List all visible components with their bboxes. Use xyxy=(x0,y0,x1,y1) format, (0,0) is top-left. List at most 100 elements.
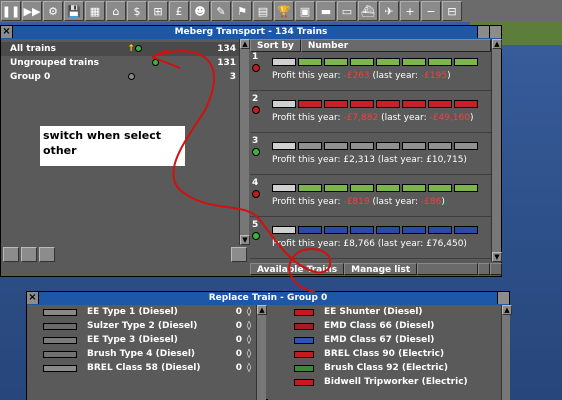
train-car xyxy=(272,184,296,192)
finances-icon[interactable]: £ xyxy=(169,1,189,21)
group-scrollbar[interactable]: ▲ ▼ xyxy=(239,39,250,245)
group-row[interactable]: Group 0 3 xyxy=(1,70,239,84)
industries-icon[interactable]: ▣ xyxy=(295,1,315,21)
train-row[interactable]: 2 Profit this year: -£7,882 (last year: -… xyxy=(250,94,491,133)
replace-window-titlebar[interactable]: × Replace Train - Group 0 xyxy=(27,292,509,305)
available-trains-button[interactable]: Available Trains xyxy=(250,263,345,275)
last-year-suffix: ) xyxy=(447,71,451,81)
engine-count: 0 xyxy=(235,349,242,359)
train-car xyxy=(298,58,322,66)
flag-icon[interactable] xyxy=(478,263,490,275)
replace-right-item[interactable]: Brush Class 92 (Electric) xyxy=(268,361,501,375)
train-row[interactable]: 4 Profit this year: -£819 (last year: -£8… xyxy=(250,178,491,217)
settings-icon[interactable]: ⚙ xyxy=(43,1,63,21)
subsidies-icon[interactable]: $ xyxy=(127,1,147,21)
replace-right-item[interactable]: BREL Class 90 (Electric) xyxy=(268,347,501,361)
scroll-down-icon[interactable]: ▼ xyxy=(492,252,502,262)
pin-icon[interactable] xyxy=(497,292,509,304)
sort-bar: Sort by Number xyxy=(250,39,491,52)
replace-left-item[interactable]: EE Type 3 (Diesel) 0 ◊ xyxy=(27,333,256,347)
locomotive-icon xyxy=(294,378,314,386)
train-car xyxy=(376,142,400,150)
train-car xyxy=(272,58,296,66)
train-car xyxy=(454,58,478,66)
replace-left-item[interactable]: Sulzer Type 2 (Diesel) 0 ◊ xyxy=(27,319,256,333)
replace-right-item[interactable]: EMD Class 67 (Diesel) xyxy=(268,333,501,347)
replace-protection-icon[interactable] xyxy=(231,247,247,262)
engine-label: BREL Class 58 (Diesel) xyxy=(87,363,201,373)
trains-icon[interactable]: ▬ xyxy=(316,1,336,21)
train-number: 4 xyxy=(252,178,259,188)
replace-left-item[interactable]: Brush Type 4 (Diesel) 0 ◊ xyxy=(27,347,256,361)
train-status-icon xyxy=(252,106,260,114)
locomotive-icon xyxy=(43,322,77,330)
company-icon[interactable]: ☻ xyxy=(190,1,210,21)
locomotive-icon xyxy=(43,336,77,344)
scroll-up-icon[interactable]: ▲ xyxy=(257,305,267,315)
train-profit: Profit this year: £2,313 (last year: £10… xyxy=(272,155,467,165)
pause-icon[interactable]: ❚❚ xyxy=(1,1,21,21)
group-status-icon xyxy=(128,73,136,80)
group-row[interactable]: All trains ↑ 134 xyxy=(1,42,239,56)
save-icon[interactable]: 💾 xyxy=(64,1,84,21)
replace-left-item[interactable]: EE Type 1 (Diesel) 0 ◊ xyxy=(27,305,256,319)
engine-label: EE Type 1 (Diesel) xyxy=(87,307,178,317)
train-car xyxy=(428,142,452,150)
locomotive-icon xyxy=(43,350,77,358)
train-row[interactable]: 1 Profit this year: -£263 (last year: -£1… xyxy=(250,52,491,91)
ships-icon[interactable]: ⛴ xyxy=(358,1,378,21)
build-rail-icon[interactable]: ⊟ xyxy=(442,1,462,21)
main-toolbar: ❚❚ ▶▶ ⚙ 💾 ▦ ⌂ $ ⊞ £ ☻ ✎ ⚑ ▤ 🏆 ▣ ▬ ▭ ⛴ ✈ + − ⊟ xyxy=(0,0,562,22)
map-icon[interactable]: ▦ xyxy=(85,1,105,21)
engine-label: Brush Class 92 (Electric) xyxy=(324,363,448,373)
train-row[interactable]: 3 Profit this year: £2,313 (last year: £1… xyxy=(250,136,491,175)
zoom-in-icon[interactable]: + xyxy=(400,1,420,21)
locomotive-icon xyxy=(43,364,77,372)
road-vehicles-icon[interactable]: ▭ xyxy=(337,1,357,21)
train-number: 2 xyxy=(252,94,259,104)
train-car xyxy=(298,142,322,150)
graphs-icon[interactable]: ▤ xyxy=(253,1,273,21)
scroll-up-icon[interactable]: ▲ xyxy=(240,39,250,49)
story-icon[interactable]: ✎ xyxy=(211,1,231,21)
close-icon[interactable]: × xyxy=(1,26,13,38)
train-car xyxy=(298,184,322,192)
replace-left-scrollbar[interactable]: ▲ xyxy=(256,305,267,400)
rename-group-icon[interactable] xyxy=(39,247,55,262)
aircraft-icon[interactable]: ✈ xyxy=(379,1,399,21)
create-group-icon[interactable] xyxy=(3,247,19,262)
train-car xyxy=(454,142,478,150)
replace-right-item[interactable]: EE Shunter (Diesel) xyxy=(268,305,501,319)
zoom-out-icon[interactable]: − xyxy=(421,1,441,21)
scroll-up-icon[interactable]: ▲ xyxy=(492,39,502,49)
pin-icon[interactable] xyxy=(477,26,489,38)
train-car xyxy=(298,100,322,108)
replace-right-item[interactable]: EMD Class 66 (Diesel) xyxy=(268,319,501,333)
collapse-icon[interactable] xyxy=(489,26,501,38)
train-consist-icon xyxy=(272,58,482,66)
delete-group-icon[interactable] xyxy=(21,247,37,262)
goals-icon[interactable]: ⚑ xyxy=(232,1,252,21)
train-scrollbar[interactable]: ▲ ▼ xyxy=(491,39,502,262)
replace-train-window: × Replace Train - Group 0 EE Type 1 (Die… xyxy=(26,291,512,400)
scroll-up-icon[interactable]: ▲ xyxy=(502,305,512,315)
close-icon[interactable]: × xyxy=(27,292,39,304)
sort-dropdown[interactable]: Number xyxy=(300,39,491,52)
replace-right-scrollbar[interactable]: ▲ xyxy=(501,305,512,400)
town-icon[interactable]: ⌂ xyxy=(106,1,126,21)
replace-right-item[interactable]: Bidwell Tripworker (Electric) xyxy=(268,375,501,389)
train-row[interactable]: 5 Profit this year: £8,766 (last year: £7… xyxy=(250,220,491,259)
fast-forward-icon[interactable]: ▶▶ xyxy=(22,1,42,21)
engine-count: 0 xyxy=(235,363,242,373)
sort-by-button[interactable]: Sort by xyxy=(250,39,301,52)
group-status-icon xyxy=(152,59,160,66)
stations-icon[interactable]: ⊞ xyxy=(148,1,168,21)
stop-icon[interactable] xyxy=(490,263,502,275)
train-window-titlebar[interactable]: × Meberg Transport - 134 Trains xyxy=(1,26,501,39)
group-count: 131 xyxy=(217,58,236,68)
manage-list-dropdown[interactable]: Manage list xyxy=(344,263,418,275)
league-icon[interactable]: 🏆 xyxy=(274,1,294,21)
scroll-down-icon[interactable]: ▼ xyxy=(240,235,250,245)
replace-left-item[interactable]: BREL Class 58 (Diesel) 0 ◊ xyxy=(27,361,256,375)
group-row[interactable]: Ungrouped trains 131 xyxy=(1,56,239,70)
